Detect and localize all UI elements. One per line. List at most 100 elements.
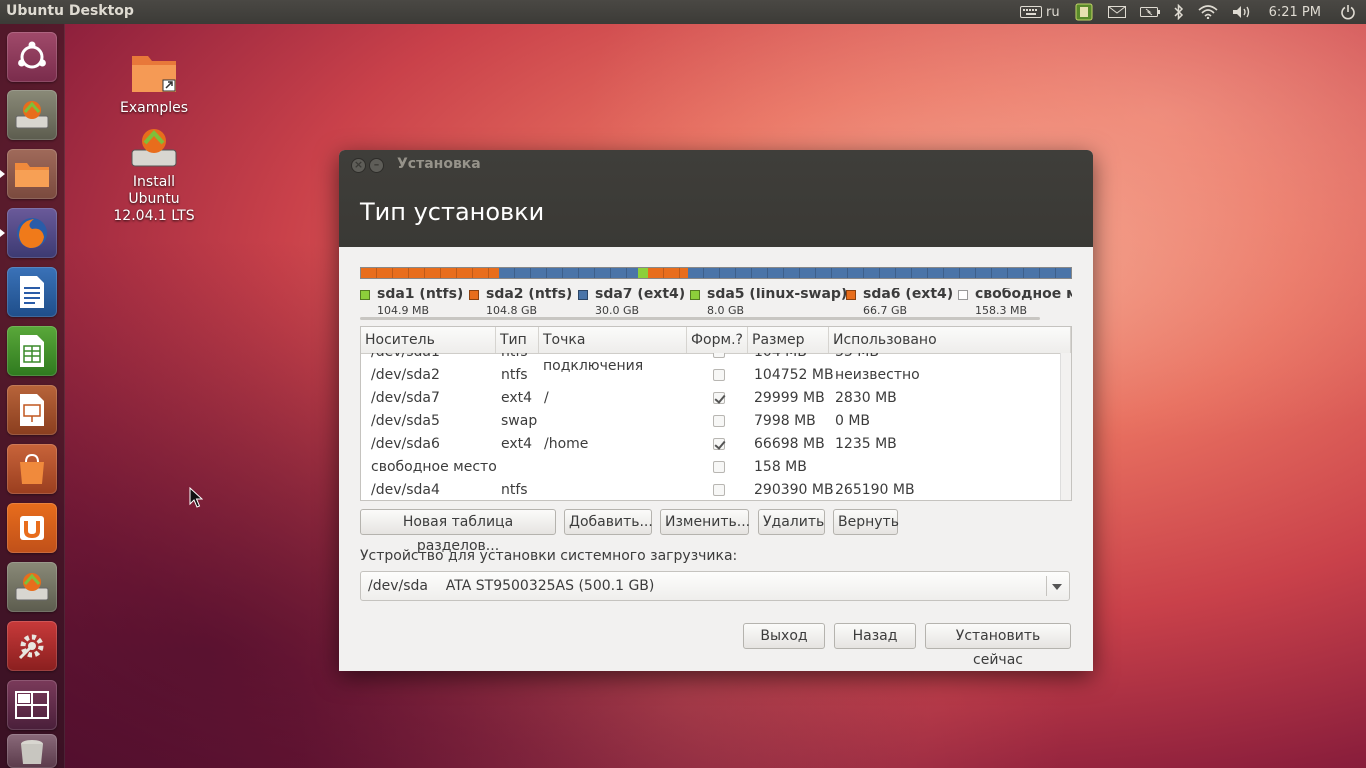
launcher-system-settings[interactable] [7,621,57,671]
window-title: Установка [397,156,481,172]
page-title: Тип установки [360,198,545,226]
add-partition-button[interactable]: Добавить... [564,509,653,535]
launcher-calc[interactable] [7,326,57,376]
table-row[interactable]: свободное место 158 MB [361,456,1059,479]
column-header-size[interactable]: Размер [748,327,829,353]
legend-swatch [690,290,700,300]
cell-mount: / [544,390,549,406]
launcher-ubuntu-one[interactable] [7,503,57,553]
installer-icon [131,129,177,167]
installer-icon [15,101,49,129]
installer-icon [15,573,49,601]
cell-size: 158 MB [754,459,807,475]
column-header-device[interactable]: Носитель [361,327,496,353]
chevron-down-icon [1052,584,1062,590]
partition-bar-segment [361,268,500,278]
messaging-indicator[interactable] [1101,0,1133,24]
table-body: /dev/sda1 ntfs 104 MB 33 MB/dev/sda2 ntfs 104… [361,353,1059,500]
legend-name: sda7 (ext4) [595,288,686,302]
table-row[interactable]: /dev/sda5 swap 7998 MB 0 MB [361,410,1059,433]
quit-button[interactable]: Выход [743,623,825,649]
legend-size: 104.9 MB [377,304,430,317]
launcher-impress[interactable] [7,385,57,435]
install-now-button[interactable]: Установить сейчас [925,623,1071,668]
launcher-firefox[interactable] [7,208,57,258]
bootloader-device-value: /dev/sda ATA ST9500325AS (500.1 GB) [368,578,655,594]
launcher-installer[interactable] [7,90,57,140]
desktop-icon-examples[interactable]: Examples [94,52,214,117]
cell-type: ntfs [501,353,528,364]
folder-icon [15,163,49,187]
revert-button[interactable]: Вернуть [833,509,899,535]
table-row[interactable]: /dev/sda1 ntfs 104 MB 33 MB [361,353,1059,364]
launcher-writer[interactable] [7,267,57,317]
session-indicator[interactable] [1333,0,1366,24]
bluetooth-indicator[interactable] [1167,0,1191,24]
minimize-icon: – [373,158,380,171]
cell-mount: /home [544,436,589,452]
update-manager-icon [1075,3,1093,21]
legend-scrollbar[interactable] [360,317,1040,320]
launcher-workspaces[interactable] [7,680,57,730]
desktop-icon-install-ubuntu[interactable]: Install Ubuntu 12.04.1 LTS [94,126,214,225]
updates-indicator[interactable] [1067,0,1101,24]
cell-size: 66698 MB [754,436,825,452]
column-header-type[interactable]: Тип [496,327,539,353]
column-header-mount[interactable]: Точка подключения [539,327,687,374]
cell-size: 7998 MB [754,413,816,429]
mouse-cursor-icon [189,487,203,508]
launcher-dash-home[interactable] [7,32,57,82]
change-partition-button[interactable]: Изменить... [660,509,750,535]
cell-used: неизвестно [835,367,920,383]
launcher-running-pip [0,229,5,237]
table-row[interactable]: /dev/sda2 ntfs 104752 MB неизвестно [361,364,1059,387]
format-checkbox[interactable] [713,415,725,427]
network-indicator[interactable] [1191,0,1225,24]
legend-name: sda1 (ntfs) [377,288,464,302]
delete-partition-button[interactable]: Удалить [758,509,825,535]
legend-size: 104.8 GB [486,304,538,317]
window-titlebar[interactable]: × – Установка Тип установки [339,150,1093,247]
format-checkbox[interactable] [713,438,725,450]
format-checkbox[interactable] [713,369,725,381]
table-row[interactable]: /dev/sda7 ext4 / 29999 MB 2830 MB [361,387,1059,410]
column-header-used[interactable]: Использовано [829,327,1071,353]
window-close-button[interactable]: × [351,158,366,173]
cell-device: /dev/sda2 [371,367,440,383]
sound-indicator[interactable] [1225,0,1259,24]
launcher-trash[interactable] [7,734,57,768]
back-button[interactable]: Назад [834,623,916,649]
format-checkbox[interactable] [713,461,725,473]
legend-swatch [469,290,479,300]
envelope-icon [1107,6,1126,18]
cell-type: ntfs [501,482,528,498]
legend-name: sda5 (linux-swap) [707,288,848,302]
launcher-installer-2[interactable] [7,562,57,612]
format-checkbox[interactable] [713,353,725,358]
partition-bar-segment [687,268,1071,278]
keyboard-indicator[interactable]: ru [1013,0,1067,24]
workspace-icon [15,691,49,719]
shopping-bag-icon [20,453,44,484]
cell-type: swap [501,413,538,429]
clock[interactable]: 6:21 PM [1259,0,1333,24]
table-row[interactable]: /dev/sda4 ntfs 290390 MB 265190 MB [361,479,1059,500]
wifi-icon [1198,5,1218,19]
format-checkbox[interactable] [713,392,725,404]
window-minimize-button[interactable]: – [369,158,384,173]
battery-indicator[interactable] [1133,0,1167,24]
bootloader-device-select[interactable]: /dev/sda ATA ST9500325AS (500.1 GB) [360,571,1070,601]
column-header-format[interactable]: Форм.? [687,327,748,353]
legend-size: 66.7 GB [863,304,908,317]
legend-swatch [958,290,968,300]
table-row[interactable]: /dev/sda6 ext4/home 66698 MB 1235 MB [361,433,1059,456]
new-partition-table-button[interactable]: Новая таблица разделов... [360,509,556,554]
table-header: Носитель Тип Точка подключения Форм.? Размер… [361,327,1071,374]
cell-used: 1235 MB [835,436,897,452]
launcher-files[interactable] [7,149,57,199]
format-checkbox[interactable] [713,484,725,496]
launcher-software-center[interactable] [7,444,57,494]
cell-device: свободное место [371,459,497,475]
cell-device: /dev/sda1 [371,353,440,364]
table-scrollbar[interactable] [1060,353,1071,500]
